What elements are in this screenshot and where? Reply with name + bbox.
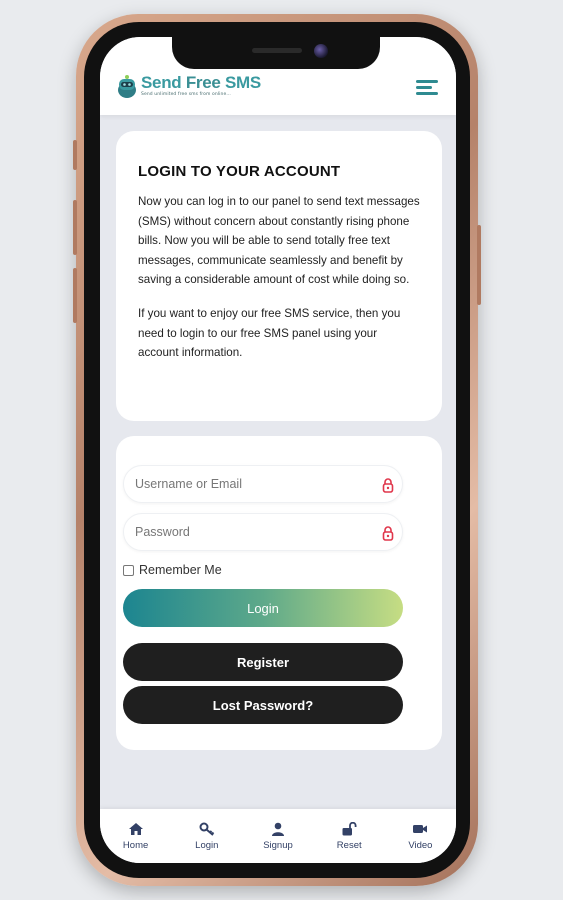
- info-card: LOGIN TO YOUR ACCOUNT Now you can log in…: [116, 131, 442, 421]
- username-field-wrapper: [123, 465, 403, 503]
- intro-paragraph: Now you can log in to our panel to send …: [138, 195, 420, 287]
- logo-tagline: Send unlimited free sms from online...: [141, 92, 231, 97]
- login-hint-paragraph: If you want to enjoy our free SMS servic…: [138, 306, 401, 360]
- phone-volume-down: [73, 268, 77, 323]
- tab-signup[interactable]: Signup: [242, 809, 313, 863]
- lock-icon: [382, 526, 394, 541]
- tab-label: Login: [195, 840, 219, 851]
- tab-login[interactable]: Login: [171, 809, 242, 863]
- tab-label: Video: [408, 840, 433, 851]
- page-title: LOGIN TO YOUR ACCOUNT: [138, 163, 341, 180]
- phone-side-button: [73, 140, 77, 170]
- register-button[interactable]: Register: [123, 643, 403, 681]
- key-icon: [199, 822, 215, 836]
- lost-password-button[interactable]: Lost Password?: [123, 686, 403, 724]
- phone-notch: [172, 37, 380, 69]
- login-button[interactable]: Login: [123, 589, 403, 627]
- logo-mascot-icon: [116, 73, 138, 99]
- lock-icon: [382, 478, 394, 493]
- hamburger-icon[interactable]: [416, 80, 438, 96]
- speaker: [252, 48, 302, 53]
- password-input[interactable]: [124, 514, 402, 550]
- logo[interactable]: Send Free SMS Send unlimited free sms fr…: [116, 73, 261, 99]
- phone-screen: Send Free SMS Send unlimited free sms fr…: [100, 37, 456, 863]
- remember-me-label: Remember Me: [139, 563, 222, 577]
- tab-label: Signup: [263, 840, 293, 851]
- tab-video[interactable]: Video: [385, 809, 456, 863]
- tab-reset[interactable]: Reset: [314, 809, 385, 863]
- tab-home[interactable]: Home: [100, 809, 171, 863]
- remember-me[interactable]: Remember Me: [123, 563, 222, 577]
- unlock-icon: [342, 822, 357, 836]
- bottom-tab-bar: Home Login Signup Reset Video: [100, 809, 456, 863]
- tab-label: Home: [122, 840, 149, 851]
- password-field-wrapper: [123, 513, 403, 551]
- username-input[interactable]: [124, 466, 402, 502]
- camera-icon: [314, 44, 328, 58]
- phone-volume-up: [73, 200, 77, 255]
- home-icon: [128, 823, 143, 835]
- remember-me-checkbox[interactable]: [123, 564, 134, 576]
- phone-power-button: [477, 225, 481, 305]
- video-icon: [413, 825, 428, 833]
- tab-label: Reset: [336, 840, 362, 851]
- logo-title: Send Free SMS: [141, 73, 261, 92]
- user-icon: [272, 822, 284, 836]
